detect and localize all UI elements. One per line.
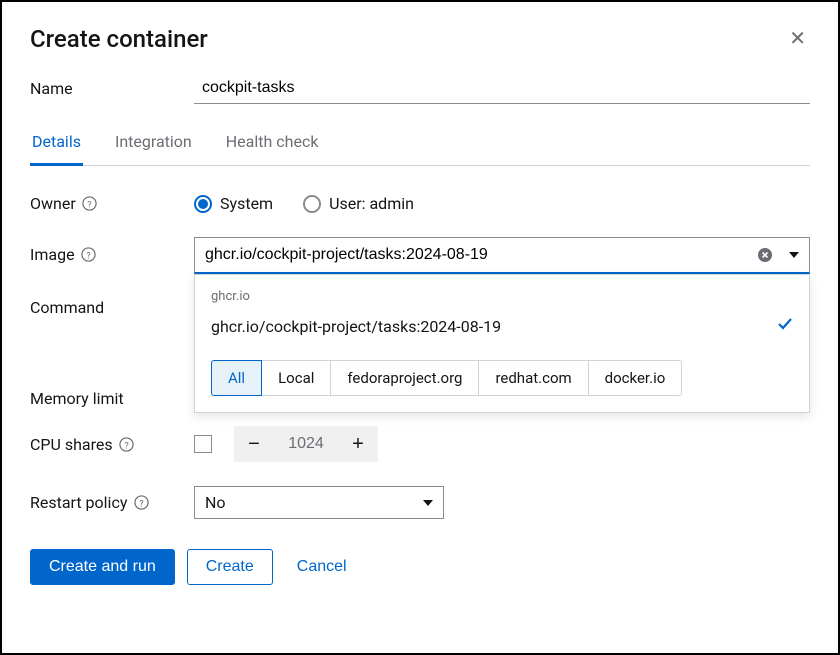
create-and-run-button[interactable]: Create and run bbox=[30, 549, 175, 585]
image-row: Image ? ghcr.io ghcr.io/cockpit-project/… bbox=[30, 237, 810, 274]
dialog-title: Create container bbox=[30, 25, 208, 53]
dialog-footer: Create and run Create Cancel bbox=[30, 549, 810, 585]
memory-label: Memory limit bbox=[30, 389, 194, 408]
close-icon: ✕ bbox=[789, 28, 806, 50]
owner-label: Owner ? bbox=[30, 194, 194, 213]
image-combobox[interactable] bbox=[194, 237, 810, 274]
svg-text:?: ? bbox=[86, 250, 91, 261]
close-button[interactable]: ✕ bbox=[785, 22, 810, 55]
dropdown-group-label: ghcr.io bbox=[195, 275, 809, 308]
cpu-label: CPU shares ? bbox=[30, 435, 194, 454]
svg-text:?: ? bbox=[88, 199, 93, 210]
image-label: Image ? bbox=[30, 237, 194, 264]
cpu-decrement-button[interactable]: − bbox=[234, 426, 274, 462]
filter-local[interactable]: Local bbox=[261, 360, 331, 396]
registry-filters: All Local fedoraproject.org redhat.com d… bbox=[195, 344, 809, 396]
help-icon[interactable]: ? bbox=[119, 436, 135, 452]
tab-integration[interactable]: Integration bbox=[113, 124, 194, 166]
name-row: Name bbox=[30, 73, 810, 104]
image-input[interactable] bbox=[195, 238, 751, 272]
help-icon[interactable]: ? bbox=[81, 247, 97, 263]
radio-selected-icon bbox=[194, 195, 212, 213]
filter-docker[interactable]: docker.io bbox=[588, 360, 683, 396]
image-option[interactable]: ghcr.io/cockpit-project/tasks:2024-08-19 bbox=[195, 308, 809, 344]
cpu-value-input[interactable] bbox=[274, 426, 338, 462]
svg-text:?: ? bbox=[124, 440, 129, 451]
owner-system-radio[interactable]: System bbox=[194, 194, 273, 213]
tab-health-check[interactable]: Health check bbox=[224, 124, 321, 166]
name-input[interactable] bbox=[194, 73, 810, 104]
cpu-stepper: − + bbox=[234, 426, 378, 462]
dialog-header: Create container ✕ bbox=[30, 22, 810, 55]
caret-down-icon bbox=[789, 252, 799, 258]
svg-text:?: ? bbox=[139, 498, 144, 509]
owner-row: Owner ? System User: admin bbox=[30, 194, 810, 213]
help-icon[interactable]: ? bbox=[82, 196, 98, 212]
create-button[interactable]: Create bbox=[187, 549, 273, 585]
name-label: Name bbox=[30, 79, 194, 98]
radio-unselected-icon bbox=[303, 195, 321, 213]
tab-details[interactable]: Details bbox=[30, 124, 83, 166]
cpu-row: CPU shares ? − + bbox=[30, 426, 810, 462]
cpu-increment-button[interactable]: + bbox=[338, 426, 378, 462]
restart-policy-select[interactable]: No bbox=[194, 486, 444, 519]
clear-icon bbox=[757, 247, 773, 263]
filter-fedoraproject[interactable]: fedoraproject.org bbox=[330, 360, 479, 396]
filter-all[interactable]: All bbox=[211, 360, 262, 396]
restart-label: Restart policy ? bbox=[30, 493, 194, 512]
caret-down-icon bbox=[423, 500, 433, 506]
create-container-dialog: Create container ✕ Name Details Integrat… bbox=[0, 0, 840, 655]
command-label: Command bbox=[30, 298, 194, 317]
owner-user-radio[interactable]: User: admin bbox=[303, 194, 414, 213]
plus-icon: + bbox=[352, 433, 364, 456]
cancel-button[interactable]: Cancel bbox=[285, 550, 359, 584]
clear-image-button[interactable] bbox=[751, 241, 779, 269]
filter-redhat[interactable]: redhat.com bbox=[478, 360, 588, 396]
cpu-enable-checkbox[interactable] bbox=[194, 435, 212, 453]
check-icon bbox=[777, 316, 793, 336]
help-icon[interactable]: ? bbox=[133, 495, 149, 511]
image-dropdown-panel: ghcr.io ghcr.io/cockpit-project/tasks:20… bbox=[194, 274, 810, 413]
minus-icon: − bbox=[248, 433, 260, 456]
image-dropdown-toggle[interactable] bbox=[779, 246, 809, 264]
tabs: Details Integration Health check bbox=[30, 124, 810, 166]
restart-row: Restart policy ? No bbox=[30, 486, 810, 519]
